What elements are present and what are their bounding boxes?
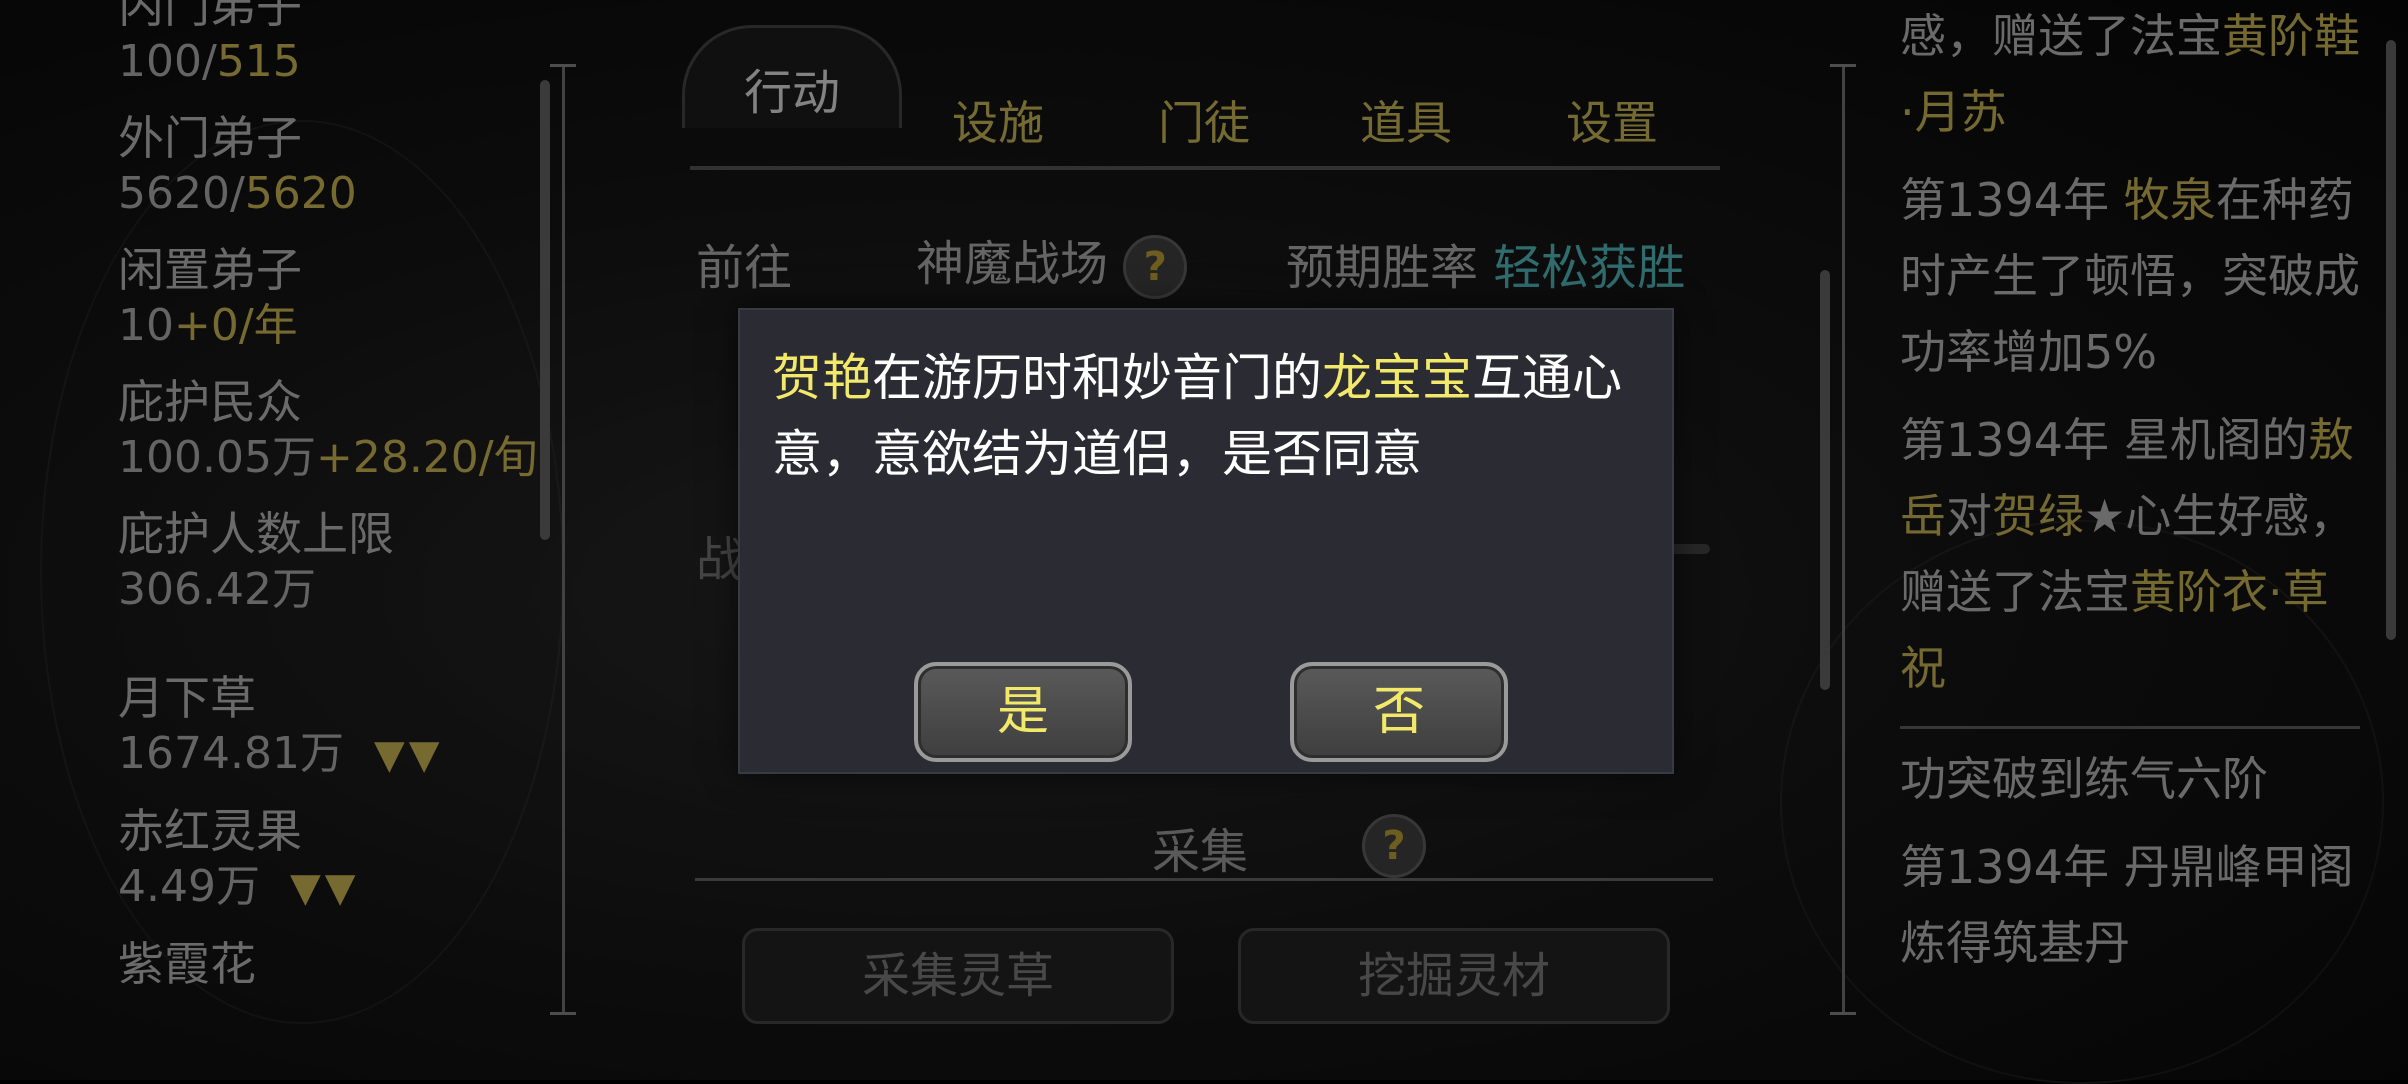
yes-button[interactable]: 是 [914, 662, 1132, 762]
dialog-message: 贺艳在游历时和妙音门的龙宝宝互通心意，意欲结为道侣，是否同意 [772, 349, 1622, 483]
dao-companion-dialog: 贺艳在游历时和妙音门的龙宝宝互通心意，意欲结为道侣，是否同意 是 否 [738, 308, 1674, 774]
no-button[interactable]: 否 [1290, 662, 1508, 762]
